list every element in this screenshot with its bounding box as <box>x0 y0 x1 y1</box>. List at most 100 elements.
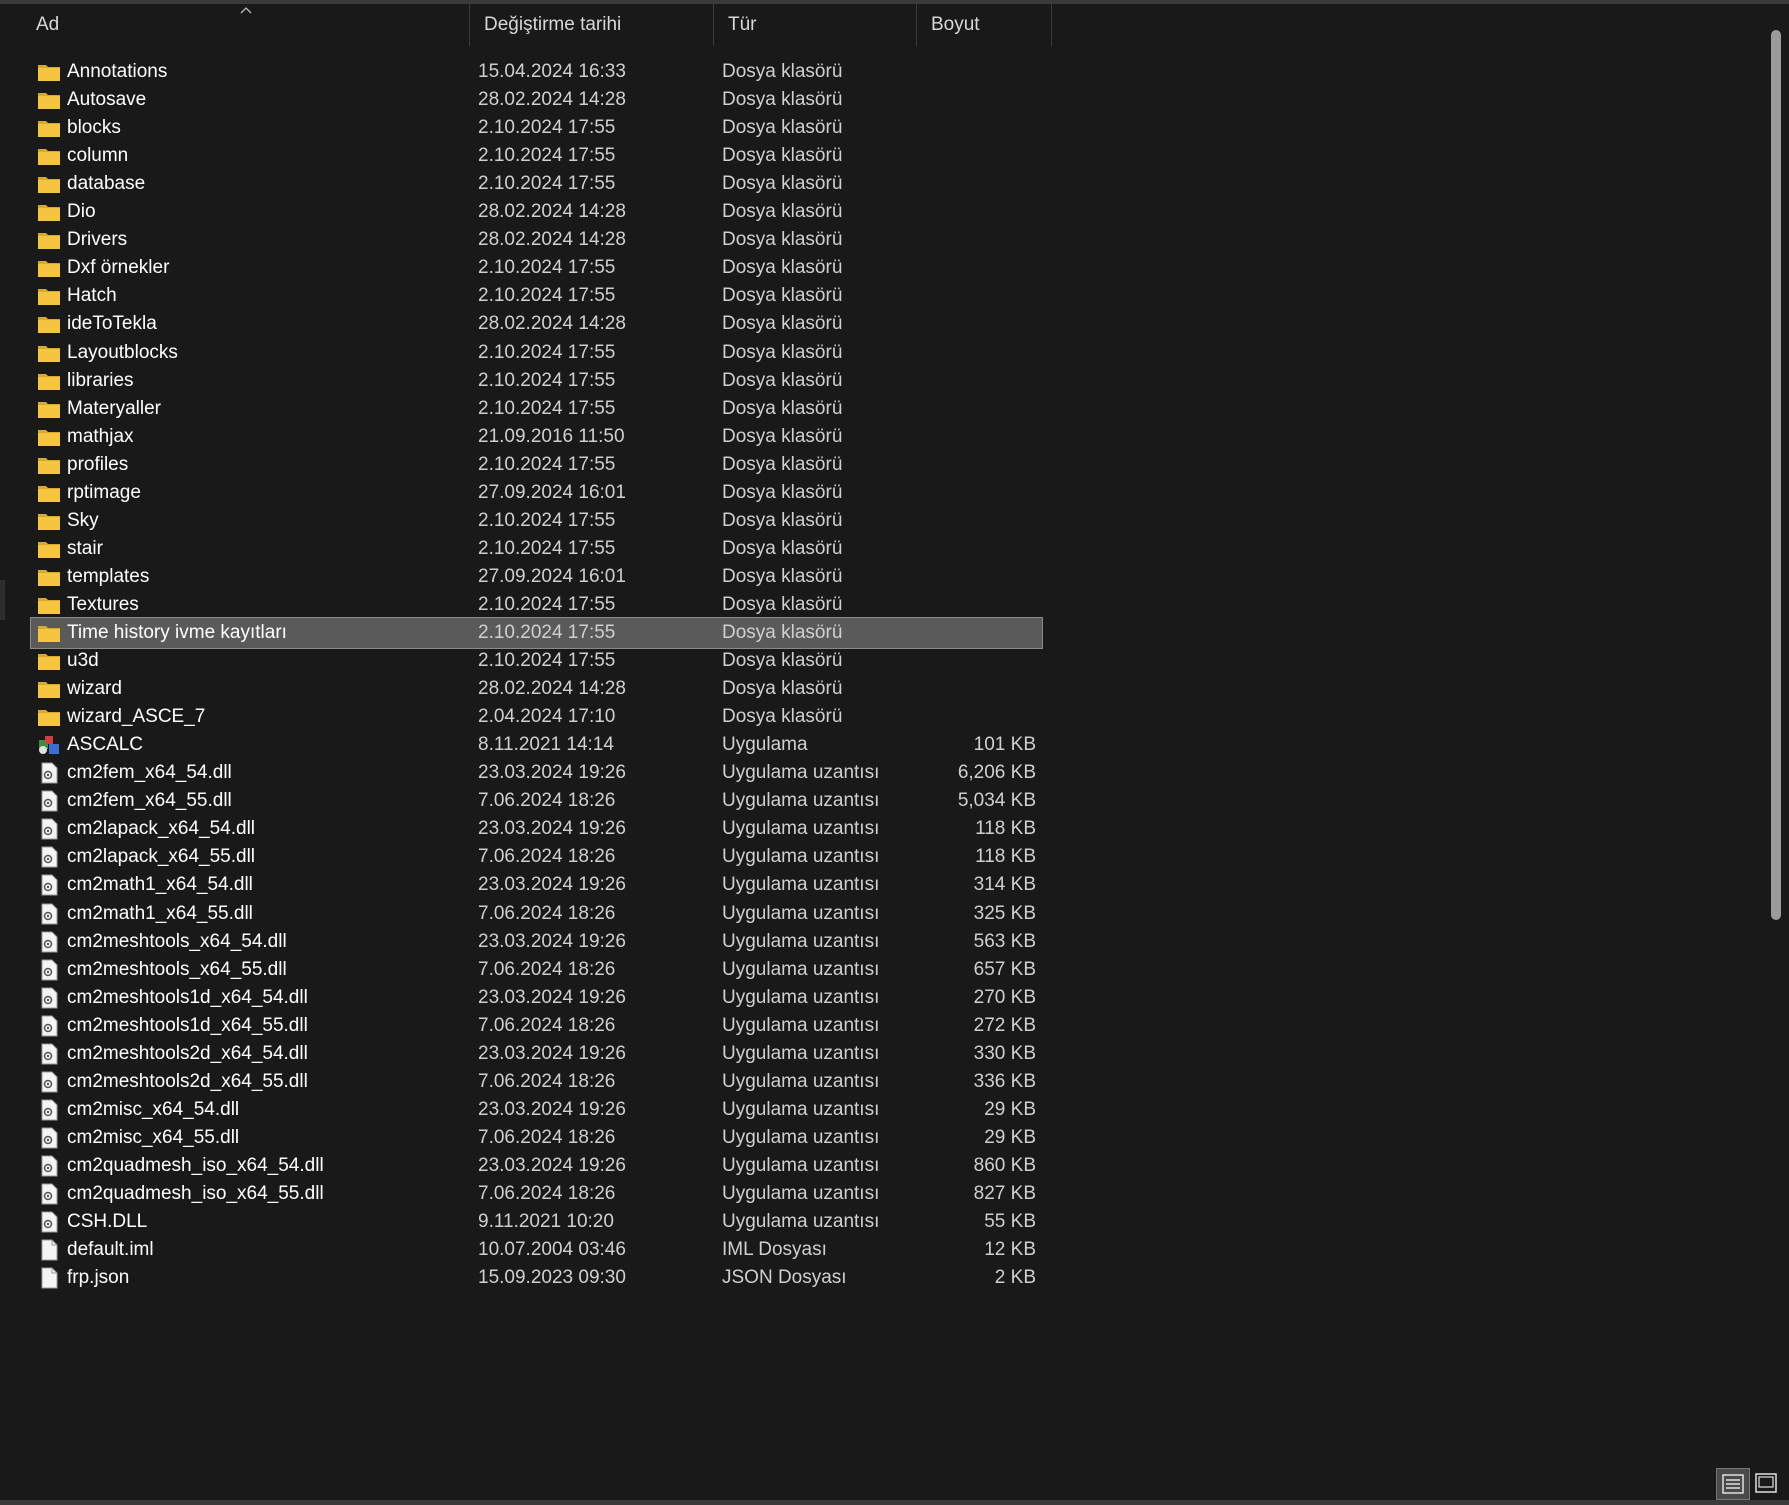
file-date: 23.03.2024 19:26 <box>478 1099 626 1120</box>
file-date: 2.10.2024 17:55 <box>478 510 616 531</box>
file-type: Uygulama uzantısı <box>722 874 880 895</box>
file-type: Dosya klasörü <box>722 398 843 419</box>
file-date: 2.10.2024 17:55 <box>478 594 616 615</box>
file-type: Dosya klasörü <box>722 706 843 727</box>
folder-icon <box>37 650 61 672</box>
file-row[interactable]: cm2math1_x64_54.dll 23.03.2024 19:26 Uygul… <box>30 869 1043 901</box>
file-type: Dosya klasörü <box>722 566 843 587</box>
column-header-size[interactable]: Boyut <box>917 4 1052 46</box>
file-name: cm2math1_x64_55.dll <box>67 903 253 924</box>
folder-icon <box>37 678 61 700</box>
dll-icon <box>37 846 61 868</box>
file-name: Autosave <box>67 89 147 110</box>
folder-icon <box>37 313 61 335</box>
file-date: 28.02.2024 14:28 <box>478 313 626 334</box>
file-type: Dosya klasörü <box>722 426 843 447</box>
file-size: 827 KB <box>973 1183 1036 1204</box>
file-date: 2.04.2024 17:10 <box>478 706 616 727</box>
file-size: 272 KB <box>973 1015 1036 1036</box>
dll-icon <box>37 903 61 925</box>
vertical-scrollbar[interactable] <box>1771 30 1781 920</box>
folder-icon <box>37 61 61 83</box>
column-header-type[interactable]: Tür <box>714 4 917 46</box>
file-row[interactable]: frp.json 15.09.2023 09:30 JSON Dosyası 2 KB <box>30 1262 1043 1294</box>
dll-icon <box>37 790 61 812</box>
file-name: cm2quadmesh_iso_x64_55.dll <box>67 1183 324 1204</box>
file-name: cm2quadmesh_iso_x64_54.dll <box>67 1155 324 1176</box>
folder-icon <box>37 145 61 167</box>
file-type: Dosya klasörü <box>722 482 843 503</box>
file-date: 7.06.2024 18:26 <box>478 903 616 924</box>
dll-icon <box>37 762 61 784</box>
file-type: Dosya klasörü <box>722 173 843 194</box>
file-date: 2.10.2024 17:55 <box>478 398 616 419</box>
file-name: Dxf örnekler <box>67 257 170 278</box>
column-header-date-label: Değiştirme tarihi <box>484 14 622 35</box>
file-name: cm2meshtools1d_x64_54.dll <box>67 987 308 1008</box>
column-header-date[interactable]: Değiştirme tarihi <box>470 4 714 46</box>
file-type: Dosya klasörü <box>722 229 843 250</box>
folder-icon <box>37 538 61 560</box>
file-type: Dosya klasörü <box>722 145 843 166</box>
file-type: Uygulama uzantısı <box>722 818 880 839</box>
details-view-button[interactable] <box>1716 1468 1750 1500</box>
column-header-name[interactable]: Ad <box>22 4 470 46</box>
file-type: Dosya klasörü <box>722 454 843 475</box>
sort-ascending-icon <box>240 7 252 14</box>
file-type: Dosya klasörü <box>722 650 843 671</box>
large-icons-view-button[interactable] <box>1750 1468 1784 1500</box>
file-name: cm2fem_x64_55.dll <box>67 790 232 811</box>
file-name: templates <box>67 566 150 587</box>
file-date: 27.09.2024 16:01 <box>478 566 626 587</box>
file-type: Dosya klasörü <box>722 622 843 643</box>
folder-icon <box>37 285 61 307</box>
file-name: cm2meshtools_x64_54.dll <box>67 931 287 952</box>
file-name: CSH.DLL <box>67 1211 148 1232</box>
navigation-pane-edge[interactable] <box>0 580 5 620</box>
file-name: wizard <box>67 678 122 699</box>
file-name: Annotations <box>67 61 168 82</box>
file-size: 118 KB <box>975 846 1036 867</box>
file-size: 270 KB <box>973 987 1036 1008</box>
file-name: default.iml <box>67 1239 154 1260</box>
file-date: 7.06.2024 18:26 <box>478 1071 616 1092</box>
file-date: 2.10.2024 17:55 <box>478 454 616 475</box>
file-icon <box>37 1239 61 1261</box>
dll-icon <box>37 959 61 981</box>
file-date: 23.03.2024 19:26 <box>478 1155 626 1176</box>
file-date: 7.06.2024 18:26 <box>478 959 616 980</box>
column-header-name-label: Ad <box>36 14 60 35</box>
file-name: cm2meshtools2d_x64_54.dll <box>67 1043 308 1064</box>
file-date: 2.10.2024 17:55 <box>478 117 616 138</box>
file-size: 325 KB <box>973 903 1036 924</box>
dll-icon <box>37 874 61 896</box>
file-date: 27.09.2024 16:01 <box>478 482 626 503</box>
file-date: 2.10.2024 17:55 <box>478 145 616 166</box>
file-size: 314 KB <box>973 874 1036 895</box>
folder-icon <box>37 117 61 139</box>
file-name: cm2lapack_x64_55.dll <box>67 846 256 867</box>
file-date: 2.10.2024 17:55 <box>478 342 616 363</box>
file-size: 29 KB <box>984 1127 1036 1148</box>
file-name: profiles <box>67 454 129 475</box>
folder-icon <box>37 454 61 476</box>
file-date: 2.10.2024 17:55 <box>478 173 616 194</box>
file-type: Dosya klasörü <box>722 313 843 334</box>
file-type: JSON Dosyası <box>722 1267 847 1288</box>
file-name: stair <box>67 538 103 559</box>
folder-icon <box>37 398 61 420</box>
file-size: 29 KB <box>984 1099 1036 1120</box>
file-row[interactable]: ideToTekla 28.02.2024 14:28 Dosya klasörü <box>30 308 1043 340</box>
file-size: 860 KB <box>973 1155 1036 1176</box>
file-type: Dosya klasörü <box>722 257 843 278</box>
file-size: 5,034 KB <box>957 790 1036 811</box>
status-bar-border <box>0 1500 1789 1505</box>
file-name: wizard_ASCE_7 <box>67 706 206 727</box>
file-type: Uygulama uzantısı <box>722 1183 880 1204</box>
file-size: 657 KB <box>973 959 1036 980</box>
file-date: 9.11.2021 10:20 <box>478 1211 614 1232</box>
file-date: 7.06.2024 18:26 <box>478 1183 616 1204</box>
folder-icon <box>37 706 61 728</box>
file-type: Uygulama uzantısı <box>722 1015 880 1036</box>
dll-icon <box>37 1071 61 1093</box>
